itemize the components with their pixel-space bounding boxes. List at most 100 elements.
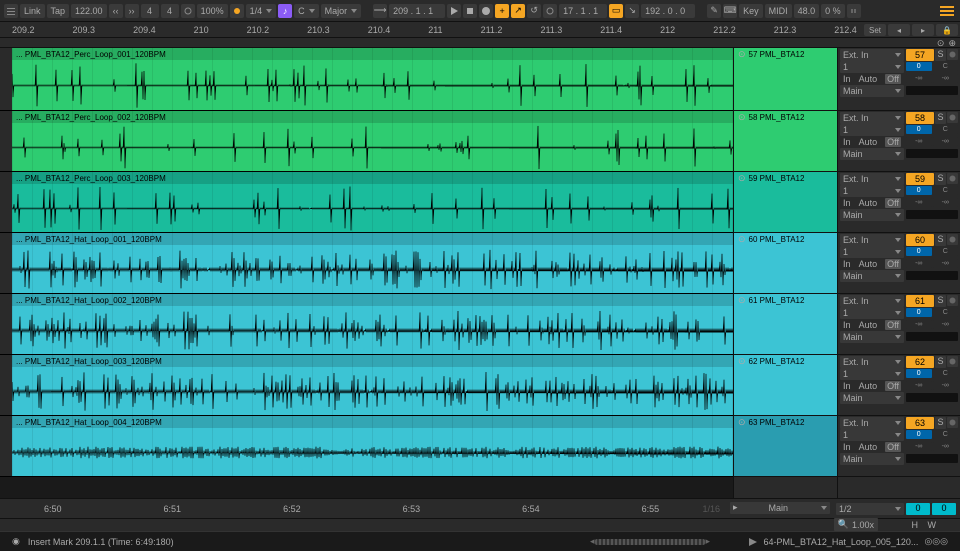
punch-in[interactable]: ↘ bbox=[625, 4, 639, 18]
audio-clip[interactable]: ... PML_BTA12_Hat_Loop_002_120BPM bbox=[12, 294, 733, 354]
track-activator[interactable]: 58 bbox=[906, 112, 934, 124]
tempo-nudge-down[interactable]: ‹‹ bbox=[109, 4, 123, 18]
pan-dial[interactable]: 0 bbox=[906, 125, 932, 134]
input-channel[interactable]: 1 bbox=[840, 61, 904, 73]
track-gutter[interactable] bbox=[0, 48, 12, 110]
key-scale[interactable]: Major bbox=[321, 4, 362, 18]
menu-icon[interactable] bbox=[4, 4, 18, 18]
monitor[interactable]: InAutoOff bbox=[840, 441, 904, 453]
timeline-ruler[interactable]: 209.2 209.3 209.4 210 210.2 210.3 210.4 … bbox=[0, 22, 960, 38]
master-cue[interactable]: 0 bbox=[932, 503, 956, 515]
marker-prev[interactable]: ◂ bbox=[888, 24, 910, 36]
input-type[interactable]: Ext. In bbox=[840, 112, 904, 124]
vol-inf[interactable]: -∞ bbox=[906, 137, 932, 146]
pan-dial[interactable]: 0 bbox=[906, 308, 932, 317]
key-map[interactable]: Key bbox=[739, 4, 763, 18]
loop-length[interactable]: 192 . 0 . 0 bbox=[641, 4, 695, 18]
vol-inf[interactable]: -∞ bbox=[906, 320, 932, 329]
draw-mode[interactable]: ✎ bbox=[707, 4, 721, 18]
tap-button[interactable]: Tap bbox=[47, 4, 70, 18]
track-gutter[interactable] bbox=[0, 294, 12, 354]
arm-button[interactable] bbox=[947, 417, 958, 428]
monitor[interactable]: InAutoOff bbox=[840, 258, 904, 270]
loop-toggle[interactable]: ▭ bbox=[609, 4, 623, 18]
output-routing[interactable]: Main bbox=[840, 209, 904, 221]
output-routing[interactable]: Main bbox=[840, 270, 904, 282]
solo-button[interactable]: S bbox=[935, 112, 946, 124]
midi-map[interactable]: MIDI bbox=[765, 4, 792, 18]
metronome-vol[interactable]: 100% bbox=[197, 4, 228, 18]
solo-button[interactable]: S bbox=[935, 173, 946, 185]
pan-dial[interactable]: 0 bbox=[906, 369, 932, 378]
input-channel[interactable]: 1 bbox=[840, 368, 904, 380]
arm-button[interactable] bbox=[947, 173, 958, 184]
solo-button[interactable]: S bbox=[935, 417, 946, 429]
audio-clip[interactable]: ... PML_BTA12_Hat_Loop_003_120BPM bbox=[12, 355, 733, 415]
solo-button[interactable]: S bbox=[935, 234, 946, 246]
time-sig-den[interactable]: 4 bbox=[161, 4, 179, 18]
arm-button[interactable] bbox=[947, 234, 958, 245]
track-gutter[interactable] bbox=[0, 416, 12, 476]
set-button[interactable]: Set bbox=[864, 24, 886, 36]
track-activator[interactable]: 61 bbox=[906, 295, 934, 307]
automation-arm[interactable]: ↗ bbox=[511, 4, 525, 18]
input-type[interactable]: Ext. In bbox=[840, 49, 904, 61]
input-channel[interactable]: 1 bbox=[840, 185, 904, 197]
follow-icon[interactable]: ⟶ bbox=[373, 4, 387, 18]
audio-clip[interactable]: ... PML_BTA12_Perc_Loop_001_120BPM bbox=[12, 48, 733, 110]
pan-dial[interactable]: 0 bbox=[906, 247, 932, 256]
track-fold-icon[interactable]: ⊙ bbox=[738, 173, 746, 184]
input-type[interactable]: Ext. In bbox=[840, 417, 904, 429]
track-gutter[interactable] bbox=[0, 172, 12, 232]
pan-dial[interactable]: 0 bbox=[906, 186, 932, 195]
pan-dial[interactable]: 0 bbox=[906, 430, 932, 439]
zoom-level[interactable]: 🔍 1.00x bbox=[834, 518, 878, 531]
track-activator[interactable]: 63 bbox=[906, 417, 934, 429]
scrollbar-mini[interactable]: ◂ ▸ bbox=[590, 537, 710, 547]
output-routing[interactable]: Main bbox=[840, 85, 904, 97]
arm-button[interactable] bbox=[947, 295, 958, 306]
audio-clip[interactable]: ... PML_BTA12_Hat_Loop_001_120BPM bbox=[12, 233, 733, 293]
quantize-menu[interactable]: 1/4 bbox=[246, 4, 277, 18]
tempo-nudge-up[interactable]: ›› bbox=[125, 4, 139, 18]
arm-button[interactable] bbox=[947, 112, 958, 123]
vol-inf[interactable]: -∞ bbox=[906, 74, 932, 83]
input-type[interactable]: Ext. In bbox=[840, 234, 904, 246]
track-activator[interactable]: 60 bbox=[906, 234, 934, 246]
track-gutter[interactable] bbox=[0, 355, 12, 415]
re-enable-auto[interactable]: ↺ bbox=[527, 4, 541, 18]
monitor[interactable]: InAutoOff bbox=[840, 197, 904, 209]
pan-dial[interactable]: 0 bbox=[906, 62, 932, 71]
track-fold-icon[interactable]: ⊙ bbox=[738, 295, 746, 306]
input-type[interactable]: Ext. In bbox=[840, 356, 904, 368]
input-channel[interactable]: 1 bbox=[840, 429, 904, 441]
input-channel[interactable]: 1 bbox=[840, 124, 904, 136]
view-toggle-icon[interactable]: ◉ bbox=[12, 536, 20, 547]
scale-toggle[interactable]: ♪ bbox=[278, 4, 292, 18]
vol-inf[interactable]: -∞ bbox=[906, 198, 932, 207]
audio-clip[interactable]: ... PML_BTA12_Perc_Loop_003_120BPM bbox=[12, 172, 733, 232]
track-activator[interactable]: 62 bbox=[906, 356, 934, 368]
track-header[interactable]: ⊙57 PML_BTA12 bbox=[734, 48, 837, 60]
metronome-icon[interactable] bbox=[181, 4, 195, 18]
computer-midi[interactable]: ⌨ bbox=[723, 4, 737, 18]
track-gutter[interactable] bbox=[0, 233, 12, 293]
capture-midi[interactable] bbox=[543, 4, 557, 18]
solo-button[interactable]: S bbox=[935, 295, 946, 307]
device-view-icon[interactable]: ◎◎◎ bbox=[924, 536, 948, 547]
key-root[interactable]: C bbox=[294, 4, 319, 18]
lock-icon[interactable]: 🔒 bbox=[936, 24, 958, 36]
monitor[interactable]: InAutoOff bbox=[840, 73, 904, 85]
link-button[interactable]: Link bbox=[20, 4, 45, 18]
output-routing[interactable]: Main bbox=[840, 453, 904, 465]
track-activator[interactable]: 57 bbox=[906, 49, 934, 61]
overdub-button[interactable]: + bbox=[495, 4, 509, 18]
track-fold-icon[interactable]: ⊙ bbox=[738, 112, 746, 123]
vol-inf[interactable]: -∞ bbox=[906, 259, 932, 268]
audio-clip[interactable]: ... PML_BTA12_Perc_Loop_002_120BPM bbox=[12, 111, 733, 171]
track-fold-icon[interactable]: ⊙ bbox=[738, 49, 746, 60]
play-button[interactable] bbox=[447, 4, 461, 18]
track-header[interactable]: ⊙60 PML_BTA12 bbox=[734, 233, 837, 245]
loop-start[interactable]: 17 . 1 . 1 bbox=[559, 4, 607, 18]
master-vol[interactable]: 0 bbox=[906, 503, 930, 515]
